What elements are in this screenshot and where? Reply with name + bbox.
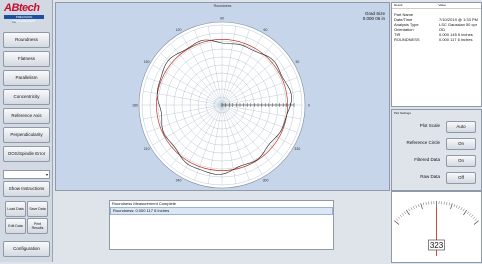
gauge-tick xyxy=(413,206,414,209)
raw-data-toggle[interactable]: Off xyxy=(446,172,476,184)
gauge-tick xyxy=(463,210,466,215)
reference-circle-label: Reference Circle xyxy=(398,137,440,149)
gauge-tick xyxy=(458,206,459,209)
angle-gauge: 323 xyxy=(391,191,482,263)
plot-scale-toggle[interactable]: Auto xyxy=(446,121,476,133)
setting-row: Filtered Data On xyxy=(392,154,481,166)
show-instructions-button[interactable]: Show Instructions xyxy=(3,181,50,197)
polar-chart: 0306090120150180210240270300330 xyxy=(56,3,389,190)
reference-axis-button[interactable]: Reference Axis xyxy=(3,108,50,124)
load-data-button[interactable]: Load Data xyxy=(5,201,26,217)
gauge-tick xyxy=(398,217,400,219)
angle-label: 300 xyxy=(263,179,269,183)
row-value: 0.000 117 6 inches xyxy=(439,37,473,42)
gauge-tick xyxy=(447,202,448,205)
plot-scale-label: Plot Scale xyxy=(398,120,440,132)
filtered-data-toggle[interactable]: On xyxy=(446,155,476,167)
raw-data-label: Raw Data xyxy=(398,171,440,183)
gauge-tick xyxy=(449,203,450,206)
setting-row: Reference Circle On xyxy=(392,137,481,149)
plot-settings-panel: Plot Settings Plot Scale Auto Reference … xyxy=(391,109,482,191)
gauge-tick xyxy=(426,202,427,205)
gauge-tick xyxy=(421,203,423,209)
roundness-button[interactable]: Roundness xyxy=(3,32,50,48)
results-area: Roundness Measurement Complete Roundness… xyxy=(55,191,388,262)
polar-plot-panel: Roundness Grad Size 0.000 06 in 03060901… xyxy=(55,2,390,191)
edit-data-button[interactable]: Edit Data xyxy=(5,218,26,234)
chevron-down-icon: ▾ xyxy=(46,171,48,178)
logo-text: ABtech xyxy=(4,2,40,14)
results-line-selected[interactable]: Roundness: 0.000 117 6 Inches xyxy=(110,207,333,215)
gauge-tick xyxy=(402,213,404,215)
gauge-tick xyxy=(473,217,475,219)
gauge-tick xyxy=(461,207,462,210)
value-col-header: Value xyxy=(437,3,482,8)
angle-label: 150 xyxy=(144,60,150,64)
gauge-tick xyxy=(411,207,412,210)
gauge-tick xyxy=(456,205,457,208)
gauge-tick xyxy=(406,210,409,215)
angle-label: 90 xyxy=(220,16,224,20)
angle-label: 240 xyxy=(176,179,182,183)
gauge-dial: 323 xyxy=(392,192,481,262)
angle-label: 210 xyxy=(144,147,150,151)
gauge-tick xyxy=(416,205,417,208)
gauge-tick xyxy=(404,212,406,214)
mode-select[interactable]: ▾ xyxy=(3,170,50,179)
angle-label: 330 xyxy=(294,147,300,151)
gauge-tick xyxy=(471,215,473,217)
parallelism-button[interactable]: Parallelism xyxy=(3,70,50,86)
plot-settings-title: Plot Settings xyxy=(392,110,481,116)
setting-row: Plot Scale Auto xyxy=(392,120,481,132)
angle-label: 60 xyxy=(264,28,268,32)
filtered-data-label: Filtered Data xyxy=(398,154,440,166)
angle-label: 30 xyxy=(295,60,299,64)
setting-row: Raw Data Off xyxy=(392,171,481,183)
perpendicularity-button[interactable]: Perpendicularity xyxy=(3,127,50,143)
angle-label: 120 xyxy=(176,28,182,32)
concentricity-button[interactable]: Concentricity xyxy=(3,89,50,105)
gauge-readout: 323 xyxy=(430,241,444,250)
logo: ABtech PRECISION MEASUREMENT Inc xyxy=(2,2,50,22)
row-key: ROUNDNESS xyxy=(392,37,439,42)
result-table: Result Value Part Name Date/Time7/10/201… xyxy=(391,2,482,107)
configuration-button[interactable]: Configuration xyxy=(3,241,50,257)
logo-bar: PRECISION MEASUREMENT xyxy=(4,15,44,19)
gauge-tick xyxy=(400,215,402,217)
gauge-tick xyxy=(409,209,411,212)
save-data-button[interactable]: Save Data xyxy=(27,201,48,217)
gauge-tick xyxy=(475,219,477,221)
gauge-tick xyxy=(463,209,465,212)
gauge-tick xyxy=(423,203,424,206)
angle-label: 180 xyxy=(132,103,138,107)
oos-spindle-error-button[interactable]: OOS/Spindle Error xyxy=(3,146,50,162)
gauge-tick xyxy=(418,204,419,207)
gauge-tick xyxy=(451,203,453,209)
table-row: ROUNDNESS0.000 117 6 inches xyxy=(392,37,481,42)
left-panel: ABtech PRECISION MEASUREMENT Inc Roundne… xyxy=(0,0,53,262)
gauge-tick xyxy=(467,212,469,214)
right-panel: Result Value Part Name Date/Time7/10/201… xyxy=(390,0,482,262)
logo-tagline: Inc xyxy=(12,20,16,24)
angle-label: 0 xyxy=(308,103,310,107)
reference-circle-toggle[interactable]: On xyxy=(446,138,476,150)
gauge-tick xyxy=(469,213,471,215)
gauge-tick xyxy=(394,221,399,225)
gauge-tick xyxy=(454,204,455,207)
result-col-header: Result xyxy=(392,3,437,8)
flatness-button[interactable]: Flatness xyxy=(3,51,50,67)
print-results-button[interactable]: Print Results xyxy=(27,218,48,234)
gauge-tick xyxy=(474,221,479,225)
gauge-tick xyxy=(396,219,398,221)
results-list[interactable]: Roundness Measurement Complete Roundness… xyxy=(109,200,334,250)
